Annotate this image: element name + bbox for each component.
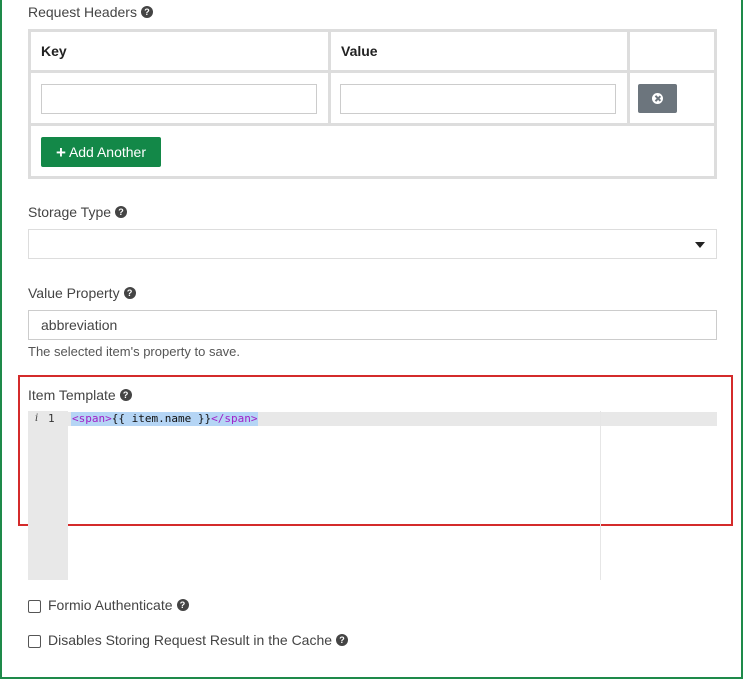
code-editor[interactable]: i 1 <span>{{ item.name }}</span>	[28, 411, 717, 580]
disable-cache-label: Disables Storing Request Result in the C…	[48, 632, 349, 648]
print-margin	[600, 411, 601, 580]
editor-gutter	[28, 411, 68, 580]
request-headers-label: Request Headers ?	[28, 4, 153, 20]
add-another-button[interactable]: + Add Another	[41, 137, 161, 167]
column-header-value: Value	[331, 32, 630, 73]
add-another-label: Add Another	[68, 144, 146, 160]
code-open-tag: <span>	[72, 412, 112, 425]
help-icon[interactable]: ?	[336, 634, 349, 646]
line-number: 1	[48, 412, 55, 425]
code-content: {{ item.name }}	[111, 412, 212, 425]
help-icon[interactable]: ?	[119, 389, 132, 401]
code-line[interactable]: <span>{{ item.name }}</span>	[71, 412, 259, 426]
plus-icon: +	[56, 142, 66, 162]
help-icon[interactable]: ?	[115, 206, 128, 218]
header-key-input[interactable]	[41, 84, 317, 114]
column-header-key: Key	[31, 32, 331, 73]
value-property-label: Value Property ?	[28, 285, 136, 301]
column-header-actions	[630, 32, 717, 73]
formio-authenticate-label: Formio Authenticate ?	[48, 597, 189, 613]
help-icon[interactable]: ?	[176, 599, 189, 611]
storage-type-select[interactable]	[28, 229, 717, 259]
remove-circle-icon	[652, 93, 663, 104]
disable-cache-checkbox[interactable]	[28, 635, 41, 648]
value-property-input[interactable]	[28, 310, 717, 340]
value-property-description: The selected item's property to save.	[28, 344, 241, 359]
request-headers-label-text: Request Headers	[28, 4, 137, 20]
formio-authenticate-checkbox[interactable]	[28, 600, 41, 613]
help-icon[interactable]: ?	[140, 6, 153, 18]
caret-down-icon	[695, 242, 705, 248]
code-close-tag: </span>	[211, 412, 258, 425]
help-icon[interactable]: ?	[123, 287, 136, 299]
item-template-label: Item Template ?	[28, 387, 132, 403]
remove-row-button[interactable]	[638, 84, 677, 113]
info-icon: i	[35, 413, 39, 424]
storage-type-label: Storage Type ?	[28, 204, 128, 220]
header-value-input[interactable]	[340, 84, 616, 114]
